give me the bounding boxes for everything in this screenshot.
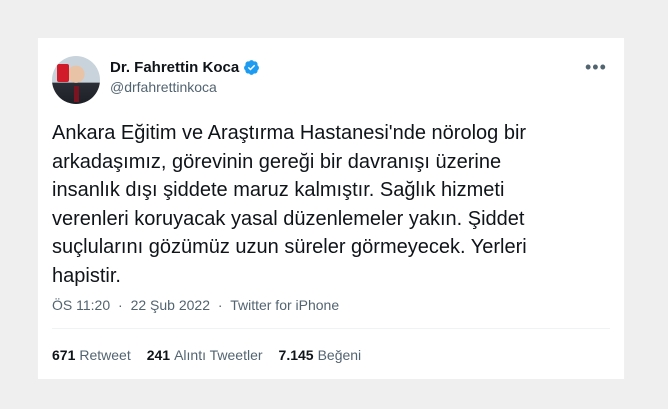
tie-shape [74, 86, 79, 102]
tweet-date[interactable]: 22 Şub 2022 [131, 297, 210, 313]
stat-count: 241 [146, 347, 171, 363]
stat-retweets[interactable]: 671 Retweet [52, 347, 131, 363]
verified-badge-icon [244, 60, 260, 75]
tweet-text: Ankara Eğitim ve Araştırma Hastanesi'nde… [52, 122, 527, 287]
avatar[interactable] [52, 56, 100, 104]
author-display-name[interactable]: Dr. Fahrettin Koca [110, 59, 239, 76]
stat-count: 671 [52, 347, 76, 363]
flag-icon [57, 64, 69, 82]
tweet-source[interactable]: Twitter for iPhone [230, 297, 339, 313]
tweet-time[interactable]: ÖS 11:20 [52, 297, 110, 313]
stat-count: 7.145 [278, 347, 314, 363]
tweet-meta: ÖS 11:20 · 22 Şub 2022 · Twitter for iPh… [52, 297, 339, 313]
tweet-stats: 671 Retweet 241 Alıntı Tweetler 7.145 Beğen… [52, 347, 361, 363]
stat-label: Beğeni [317, 347, 362, 363]
stat-label: Retweet [79, 347, 131, 363]
author-handle[interactable]: @drfahrettinkoca [110, 79, 217, 95]
author-name-row: Dr. Fahrettin Koca [110, 59, 260, 76]
divider [52, 328, 610, 329]
stat-likes[interactable]: 7.145 Beğeni [279, 347, 362, 363]
stat-label: Alıntı Tweetler [174, 347, 263, 363]
meta-separator: · [118, 297, 123, 313]
tweet-card: Dr. Fahrettin Koca @drfahrettinkoca ••• … [37, 38, 625, 379]
stat-quote-tweets[interactable]: 241 Alıntı Tweetler [147, 347, 263, 363]
more-horizontal-icon[interactable]: ••• [585, 58, 607, 76]
meta-separator: · [217, 297, 223, 313]
